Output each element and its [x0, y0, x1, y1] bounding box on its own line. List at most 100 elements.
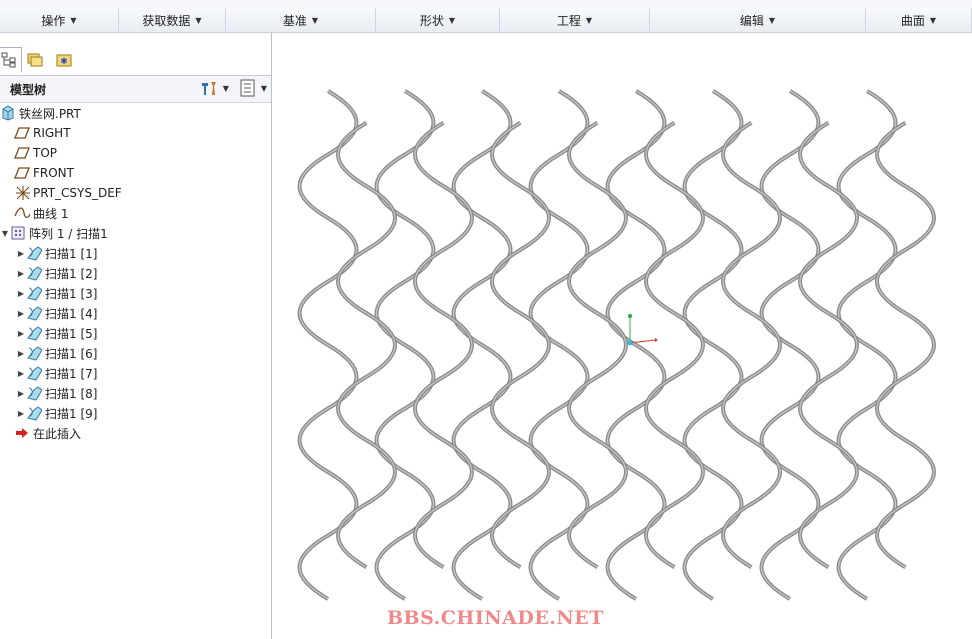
wire-strand-highlight	[799, 122, 858, 568]
expand-arrow-icon[interactable]: ▶	[16, 369, 26, 378]
model-tree-toolbar: ▼ ▼	[195, 79, 267, 97]
tree-item[interactable]: FRONT	[0, 163, 271, 183]
ribbon-group-0[interactable]: 操作 ▼	[0, 8, 119, 32]
tab-favorites[interactable]: ✱	[51, 47, 77, 73]
expand-arrow-icon[interactable]: ▶	[16, 249, 26, 258]
chevron-down-icon: ▼	[260, 83, 267, 93]
datum-plane-icon	[14, 165, 30, 181]
tree-item[interactable]: ▶ 扫描1 [7]	[0, 363, 271, 383]
ribbon-group-5[interactable]: 编辑 ▼	[650, 8, 866, 32]
list-icon	[240, 79, 255, 97]
tree-item-label: 扫描1 [2]	[45, 266, 98, 281]
sweep-icon	[26, 385, 42, 401]
expand-arrow-icon[interactable]: ▶	[16, 409, 26, 418]
chevron-down-icon: ▼	[222, 83, 229, 93]
wire-strand	[567, 121, 628, 569]
ribbon-group-6[interactable]: 曲面 ▼	[866, 8, 972, 32]
tree-item-label: 在此插入	[33, 426, 82, 441]
datum-plane-icon	[14, 145, 30, 161]
sweep-icon	[26, 345, 42, 361]
sweep-icon	[26, 245, 42, 261]
expand-arrow-icon[interactable]: ▶	[16, 349, 26, 358]
wire-strand-highlight	[568, 122, 627, 568]
ribbon-group-bar: 操作 ▼ 获取数据 ▼ 基准 ▼ 形状 ▼ 工程 ▼ 编辑 ▼ 曲面 ▼	[0, 8, 972, 33]
tree-item[interactable]: ▶ 扫描1 [1]	[0, 243, 271, 263]
tree-item[interactable]: ▶ 扫描1 [8]	[0, 383, 271, 403]
wire-strand-highlight	[491, 122, 550, 568]
ribbon-group-4[interactable]: 工程 ▼	[500, 8, 650, 32]
ribbon-group-3[interactable]: 形状 ▼	[376, 8, 500, 32]
tree-item[interactable]: RIGHT	[0, 123, 271, 143]
wire-strand-highlight	[722, 122, 781, 568]
ribbon-group-label: 基准	[282, 13, 307, 28]
expand-arrow-icon[interactable]: ▶	[16, 289, 26, 298]
model-tree-icon	[1, 52, 16, 68]
ribbon-group-label: 曲面	[900, 13, 925, 28]
ribbon-group-1[interactable]: 获取数据 ▼	[119, 8, 226, 32]
sweep-icon	[26, 305, 42, 321]
favorites-icon: ✱	[56, 54, 72, 67]
tree-item[interactable]: ▼ 阵列 1 / 扫描1	[0, 223, 271, 243]
wire-strand	[336, 121, 397, 569]
ribbon-group-label: 形状	[419, 13, 444, 28]
wire-strand-highlight	[414, 122, 473, 568]
tree-item-label: 扫描1 [1]	[45, 246, 98, 261]
wire-strand-highlight	[337, 122, 396, 568]
csys-icon	[14, 185, 30, 201]
chevron-down-icon: ▼	[195, 15, 202, 25]
ribbon-group-label: 工程	[556, 13, 581, 28]
pattern-icon	[10, 225, 26, 241]
model-tree-title: 模型树	[10, 83, 47, 97]
tree-item[interactable]: ▶ 扫描1 [3]	[0, 283, 271, 303]
csys-triad-icon	[627, 313, 658, 346]
tab-model-tree[interactable]	[0, 47, 22, 73]
tree-item-label: 扫描1 [9]	[45, 406, 98, 421]
tree-item[interactable]: ▶ 扫描1 [5]	[0, 323, 271, 343]
expand-arrow-icon[interactable]: ▶	[16, 309, 26, 318]
ribbon-group-label: 操作	[41, 13, 66, 28]
tree-item[interactable]: 铁丝网.PRT	[0, 103, 271, 123]
wire-strand-highlight	[876, 122, 935, 568]
tree-item[interactable]: 在此插入	[0, 423, 271, 443]
sweep-icon	[26, 365, 42, 381]
tree-show-button[interactable]: ▼	[239, 79, 267, 97]
folder-browser-icon	[27, 53, 43, 67]
expand-arrow-icon[interactable]: ▶	[16, 389, 26, 398]
tree-settings-button[interactable]: ▼	[199, 79, 229, 97]
chevron-down-icon: ▼	[448, 15, 456, 25]
tree-item[interactable]: PRT_CSYS_DEF	[0, 183, 271, 203]
sweep-icon	[26, 265, 42, 281]
ribbon-group-label: 编辑	[739, 13, 764, 28]
wire-strand	[875, 121, 936, 569]
chevron-down-icon: ▼	[768, 15, 776, 25]
tree-item[interactable]: ▶ 扫描1 [4]	[0, 303, 271, 323]
collapse-arrow-icon[interactable]: ▼	[0, 229, 10, 238]
part-icon	[0, 105, 16, 121]
navigator-tabs: ✱	[0, 45, 271, 76]
navigator-panel: ✱ 模型树 ▼ ▼ 铁丝网.PRT RIGHT TOP FRONT PRT_CSY	[0, 33, 272, 639]
wire-strand	[721, 121, 782, 569]
tree-item-label: 曲线 1	[33, 206, 69, 221]
expand-arrow-icon[interactable]: ▶	[16, 329, 26, 338]
tools-icon	[201, 82, 216, 95]
datum-plane-icon	[14, 125, 30, 141]
insert-here-icon	[14, 425, 30, 441]
tree-item[interactable]: ▶ 扫描1 [2]	[0, 263, 271, 283]
tree-item[interactable]: ▶ 扫描1 [9]	[0, 403, 271, 423]
tree-item[interactable]: 曲线 1	[0, 203, 271, 223]
tab-folder-browser[interactable]	[22, 47, 48, 73]
tree-item-label: PRT_CSYS_DEF	[33, 186, 122, 200]
tree-item-label: 扫描1 [3]	[45, 286, 98, 301]
chevron-down-icon: ▼	[929, 15, 937, 25]
ribbon-group-2[interactable]: 基准 ▼	[226, 8, 376, 32]
sweep-icon	[26, 325, 42, 341]
tree-item-label: 阵列 1 / 扫描1	[29, 226, 108, 241]
tree-item-label: 扫描1 [5]	[45, 326, 98, 341]
graphics-viewport[interactable]: BBS.CHINADE.NET	[272, 33, 972, 639]
tree-item-label: 扫描1 [7]	[45, 366, 98, 381]
tree-item[interactable]: ▶ 扫描1 [6]	[0, 343, 271, 363]
tree-item-label: 扫描1 [4]	[45, 306, 98, 321]
expand-arrow-icon[interactable]: ▶	[16, 269, 26, 278]
curve-icon	[14, 205, 30, 221]
tree-item[interactable]: TOP	[0, 143, 271, 163]
